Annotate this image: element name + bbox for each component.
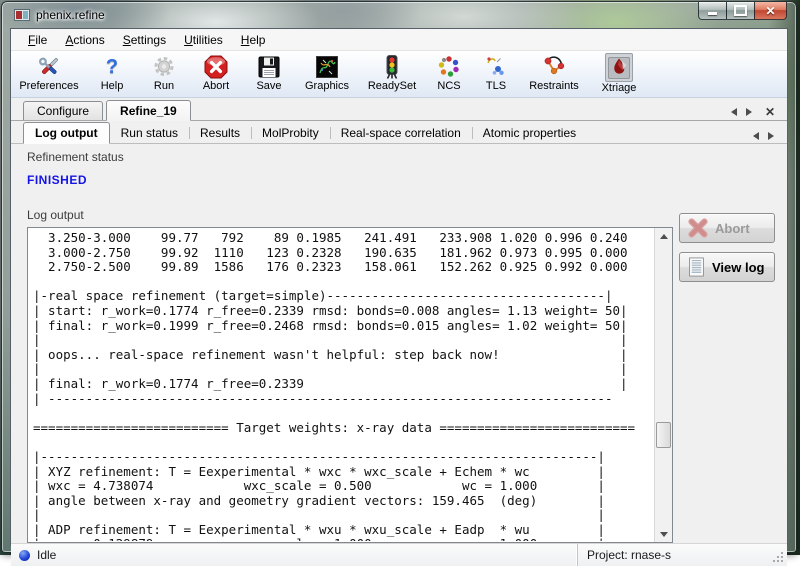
stop-sign-icon <box>203 53 229 80</box>
menu-bar: File Actions Settings Utilities Help <box>11 29 787 51</box>
refinement-status-value: FINISHED <box>27 173 787 187</box>
minimize-icon <box>708 12 717 15</box>
red-x-icon <box>687 217 709 239</box>
bonded-atoms-icon <box>541 53 567 80</box>
toolbar-preferences-button[interactable]: Preferences <box>17 53 81 92</box>
refinement-status-label: Refinement status <box>27 150 787 164</box>
menu-file[interactable]: File <box>19 31 56 49</box>
resize-grip[interactable] <box>773 552 785 564</box>
app-window: phenix.refine ✕ File Actions Settings Ut… <box>1 1 797 553</box>
molecule-graphics-icon <box>314 53 340 80</box>
close-icon: ✕ <box>765 5 775 17</box>
toolbar-label: Graphics <box>305 80 349 92</box>
toolbar-help-button[interactable]: ? Help <box>89 53 135 92</box>
tab-scroll-right-icon[interactable] <box>746 108 756 116</box>
tab-refine-19[interactable]: Refine_19 <box>106 100 191 121</box>
tools-icon <box>36 53 62 80</box>
floppy-disk-icon <box>256 53 282 80</box>
toolbar-run-button[interactable]: Run <box>143 53 185 92</box>
window-controls: ✕ <box>699 2 787 20</box>
tls-groups-icon <box>483 53 509 80</box>
log-output-label: Log output <box>27 208 787 222</box>
menu-settings[interactable]: Settings <box>114 31 175 49</box>
menu-actions[interactable]: Actions <box>56 31 113 49</box>
scrollbar-thumb[interactable] <box>656 422 671 448</box>
menu-help[interactable]: Help <box>232 31 275 49</box>
idle-status-icon <box>19 550 30 561</box>
toolbar-readyset-button[interactable]: ReadySet <box>363 53 421 92</box>
subtab-scroll-left-icon[interactable] <box>749 132 759 140</box>
subtab-results[interactable]: Results <box>189 123 251 143</box>
subtab-molprobity[interactable]: MolProbity <box>251 123 330 143</box>
toolbar-label: ReadySet <box>368 80 416 92</box>
toolbar-xtriage-button[interactable]: Xtriage <box>593 53 645 94</box>
toolbar-label: TLS <box>486 80 506 92</box>
toolbar-restraints-button[interactable]: Restraints <box>523 53 585 92</box>
view-log-button[interactable]: View log <box>679 252 775 282</box>
subtab-run-status[interactable]: Run status <box>110 123 189 143</box>
toolbar-graphics-button[interactable]: Graphics <box>299 53 355 92</box>
status-text: Idle <box>37 548 56 562</box>
titlebar[interactable]: phenix.refine ✕ <box>2 2 796 28</box>
subtab-scroll-right-icon[interactable] <box>768 132 778 140</box>
toolbar-abort-button[interactable]: Abort <box>193 53 239 92</box>
main-tab-nav: ✕ <box>727 107 775 117</box>
toolbar-save-button[interactable]: Save <box>247 53 291 92</box>
log-text-area[interactable]: 3.250-3.000 99.77 792 89 0.1985 241.491 … <box>27 227 673 543</box>
document-icon <box>687 256 706 278</box>
window-title: phenix.refine <box>36 8 105 22</box>
sub-tab-bar: Log output Run status Results MolProbity… <box>11 121 787 144</box>
gear-icon <box>151 53 177 80</box>
scroll-down-icon[interactable] <box>655 526 672 542</box>
client-area: File Actions Settings Utilities Help Pre… <box>10 28 788 546</box>
tab-close-icon[interactable]: ✕ <box>765 107 775 117</box>
toolbar-label: Abort <box>203 80 229 92</box>
toolbar-label: Preferences <box>19 80 78 92</box>
log-output-panel: Refinement status FINISHED Log output 3.… <box>11 144 787 543</box>
crystal-drop-icon <box>605 53 633 82</box>
scroll-up-icon[interactable] <box>655 228 672 244</box>
toolbar-label: Help <box>101 80 124 92</box>
main-tab-bar: Configure Refine_19 ✕ <box>11 98 787 121</box>
subtab-atomic-properties[interactable]: Atomic properties <box>472 123 587 143</box>
side-button-panel: Abort View log <box>679 213 775 291</box>
subtab-real-space-correlation[interactable]: Real-space correlation <box>330 123 472 143</box>
app-icon <box>14 7 30 23</box>
minimize-button[interactable] <box>698 2 727 20</box>
subtab-log-output[interactable]: Log output <box>23 122 110 144</box>
maximize-icon <box>734 5 747 16</box>
project-text: Project: rnase-s <box>587 548 671 562</box>
toolbar-label: Restraints <box>529 80 579 92</box>
toolbar-ncs-button[interactable]: NCS <box>429 53 469 92</box>
toolbar-label: Run <box>154 80 174 92</box>
toolbar-tls-button[interactable]: TLS <box>477 53 515 92</box>
sub-tab-nav <box>749 132 778 140</box>
maximize-button[interactable] <box>726 2 755 20</box>
toolbar-label: Xtriage <box>602 82 637 94</box>
tab-scroll-left-icon[interactable] <box>727 108 737 116</box>
menu-utilities[interactable]: Utilities <box>175 31 232 49</box>
close-button[interactable]: ✕ <box>754 2 787 20</box>
log-vertical-scrollbar[interactable] <box>654 228 672 542</box>
toolbar-label: Save <box>256 80 281 92</box>
project-status-field: Project: rnase-s <box>577 544 787 566</box>
question-icon: ? <box>106 53 118 80</box>
traffic-light-icon <box>379 53 405 80</box>
abort-button[interactable]: Abort <box>679 213 775 243</box>
toolbar: Preferences ? Help Run Abort <box>11 51 787 98</box>
tab-configure[interactable]: Configure <box>23 101 103 120</box>
log-text: 3.250-3.000 99.77 792 89 0.1985 241.491 … <box>33 231 654 541</box>
color-ring-icon <box>436 53 462 80</box>
toolbar-label: NCS <box>437 80 460 92</box>
